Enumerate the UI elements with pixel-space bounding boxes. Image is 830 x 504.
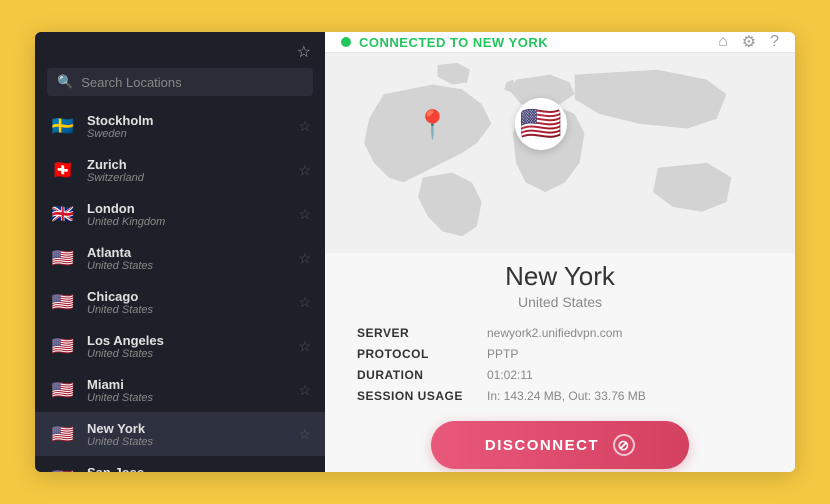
sidebar: ☆ 🔍 🇸🇪 Stockholm Sweden ☆ 🇨🇭 Zurich Swit… (35, 32, 325, 472)
location-item-atlanta[interactable]: 🇺🇸 Atlanta United States ☆ (35, 236, 325, 280)
loc-city-name: Miami (87, 377, 288, 392)
info-grid: SERVER newyork2.unifiedvpn.com PROTOCOL … (325, 314, 795, 407)
map-area: 📍 🇺🇸 (325, 53, 795, 253)
location-item-stockholm[interactable]: 🇸🇪 Stockholm Sweden ☆ (35, 104, 325, 148)
favorite-star-icon[interactable]: ☆ (298, 426, 311, 443)
loc-country-name: Switzerland (87, 172, 288, 184)
world-map-svg (325, 53, 795, 253)
top-icons: ⌂ ⚙ ? (718, 32, 779, 52)
map-flag: 🇺🇸 (515, 98, 567, 150)
loc-city-name: Chicago (87, 289, 288, 304)
location-title-area: New York United States (325, 253, 795, 314)
location-item-san-jose[interactable]: 🇺🇸 San Jose United States ☆ (35, 456, 325, 472)
loc-country-name: United States (87, 260, 288, 272)
flag-icon: 🇺🇸 (49, 464, 77, 472)
favorite-star-icon[interactable]: ☆ (298, 294, 311, 311)
session-label: SESSION USAGE (357, 389, 487, 403)
country-name: United States (325, 294, 795, 310)
app-window: ☆ 🔍 🇸🇪 Stockholm Sweden ☆ 🇨🇭 Zurich Swit… (35, 32, 795, 472)
protocol-value: PPTP (487, 347, 763, 361)
favorite-star-icon[interactable]: ☆ (298, 162, 311, 179)
server-value: newyork2.unifiedvpn.com (487, 326, 763, 340)
location-item-miami[interactable]: 🇺🇸 Miami United States ☆ (35, 368, 325, 412)
favorite-star-icon[interactable]: ☆ (298, 250, 311, 267)
connected-dot (341, 37, 351, 47)
flag-icon: 🇺🇸 (49, 376, 77, 404)
favorite-star-icon[interactable]: ☆ (298, 382, 311, 399)
loc-country-name: United States (87, 304, 288, 316)
location-pin: 📍 (415, 108, 450, 141)
flag-icon: 🇺🇸 (49, 288, 77, 316)
help-icon[interactable]: ? (770, 33, 779, 51)
city-name: New York (325, 261, 795, 292)
server-label: SERVER (357, 326, 487, 340)
favorite-star-icon[interactable]: ☆ (298, 206, 311, 223)
location-item-new-york[interactable]: 🇺🇸 New York United States ☆ (35, 412, 325, 456)
duration-value: 01:02:11 (487, 368, 763, 382)
slash-circle-icon: ⊘ (613, 434, 635, 456)
protocol-label: PROTOCOL (357, 347, 487, 361)
flag-icon: 🇬🇧 (49, 200, 77, 228)
connected-label: CONNECTED TO NEW YORK (359, 35, 718, 50)
loc-city-name: Zurich (87, 157, 288, 172)
loc-country-name: United States (87, 392, 288, 404)
gear-icon[interactable]: ⚙ (742, 32, 756, 52)
search-icon: 🔍 (57, 74, 73, 90)
session-value: In: 143.24 MB, Out: 33.76 MB (487, 389, 763, 403)
loc-city-name: Stockholm (87, 113, 288, 128)
favorite-star-icon[interactable]: ☆ (298, 118, 311, 135)
disconnect-label: DISCONNECT (485, 437, 599, 454)
top-bar: CONNECTED TO NEW YORK ⌂ ⚙ ? (325, 32, 795, 53)
flag-icon: 🇸🇪 (49, 112, 77, 140)
main-panel: CONNECTED TO NEW YORK ⌂ ⚙ ? (325, 32, 795, 472)
loc-country-name: Sweden (87, 128, 288, 140)
location-item-london[interactable]: 🇬🇧 London United Kingdom ☆ (35, 192, 325, 236)
loc-city-name: London (87, 201, 288, 216)
flag-icon: 🇺🇸 (49, 332, 77, 360)
duration-label: DURATION (357, 368, 487, 382)
loc-city-name: New York (87, 421, 288, 436)
favorite-star-icon[interactable]: ☆ (298, 338, 311, 355)
loc-country-name: United States (87, 436, 288, 448)
search-input[interactable] (81, 75, 303, 90)
flag-icon: 🇺🇸 (49, 244, 77, 272)
loc-country-name: United States (87, 348, 288, 360)
search-bar[interactable]: 🔍 (47, 68, 313, 96)
loc-country-name: United Kingdom (87, 216, 288, 228)
loc-city-name: San Jose (87, 465, 288, 473)
favorite-star-icon[interactable]: ☆ (298, 470, 311, 473)
location-item-chicago[interactable]: 🇺🇸 Chicago United States ☆ (35, 280, 325, 324)
disconnect-area: DISCONNECT ⊘ (325, 407, 795, 472)
location-list: 🇸🇪 Stockholm Sweden ☆ 🇨🇭 Zurich Switzerl… (35, 104, 325, 472)
flag-icon: 🇺🇸 (49, 420, 77, 448)
location-item-los-angeles[interactable]: 🇺🇸 Los Angeles United States ☆ (35, 324, 325, 368)
loc-city-name: Atlanta (87, 245, 288, 260)
flag-icon: 🇨🇭 (49, 156, 77, 184)
loc-city-name: Los Angeles (87, 333, 288, 348)
location-item-zurich[interactable]: 🇨🇭 Zurich Switzerland ☆ (35, 148, 325, 192)
favorites-icon[interactable]: ☆ (297, 42, 311, 62)
disconnect-button[interactable]: DISCONNECT ⊘ (431, 421, 689, 469)
sidebar-header: ☆ (35, 32, 325, 68)
home-icon[interactable]: ⌂ (718, 33, 728, 51)
